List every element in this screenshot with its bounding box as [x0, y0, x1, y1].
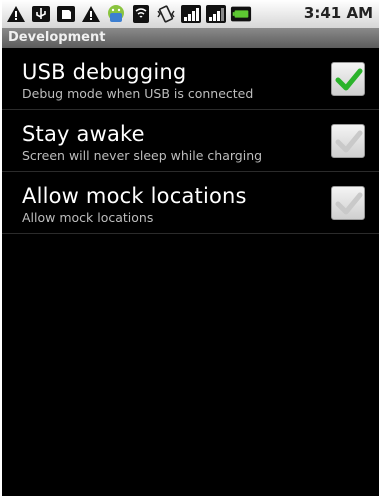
- check-icon: [335, 68, 363, 91]
- usb-icon: [30, 4, 52, 24]
- setting-summary: Debug mode when USB is connected: [22, 86, 254, 101]
- mock-locations-checkbox[interactable]: [331, 186, 365, 220]
- status-bar: 3:41 AM: [2, 0, 379, 28]
- signal-icon: [205, 4, 227, 24]
- page-title: Development: [2, 28, 379, 48]
- android-icon: [105, 4, 127, 24]
- setting-summary: Screen will never sleep while charging: [22, 148, 263, 163]
- sd-card-icon: [55, 4, 77, 24]
- setting-usb-debugging[interactable]: USB debugging Debug mode when USB is con…: [2, 48, 379, 110]
- warning-icon: [80, 4, 102, 24]
- setting-allow-mock-locations[interactable]: Allow mock locations Allow mock location…: [2, 172, 379, 234]
- setting-title: Allow mock locations: [22, 184, 247, 208]
- vibrate-icon: [155, 4, 177, 24]
- phone-screen: 3:41 AM Development USB debugging Debug …: [2, 0, 379, 496]
- battery-icon: [230, 4, 252, 24]
- status-time: 3:41 AM: [303, 4, 373, 22]
- wifi-icon: [130, 4, 152, 24]
- stay-awake-checkbox[interactable]: [331, 124, 365, 158]
- settings-list: USB debugging Debug mode when USB is con…: [2, 48, 379, 234]
- setting-summary: Allow mock locations: [22, 210, 154, 225]
- setting-title: Stay awake: [22, 122, 145, 146]
- setting-title: USB debugging: [22, 60, 187, 84]
- check-icon: [335, 192, 363, 215]
- usb-debugging-checkbox[interactable]: [331, 62, 365, 96]
- signal-icon: [180, 4, 202, 24]
- setting-stay-awake[interactable]: Stay awake Screen will never sleep while…: [2, 110, 379, 172]
- warning-icon: [5, 4, 27, 24]
- check-icon: [335, 130, 363, 153]
